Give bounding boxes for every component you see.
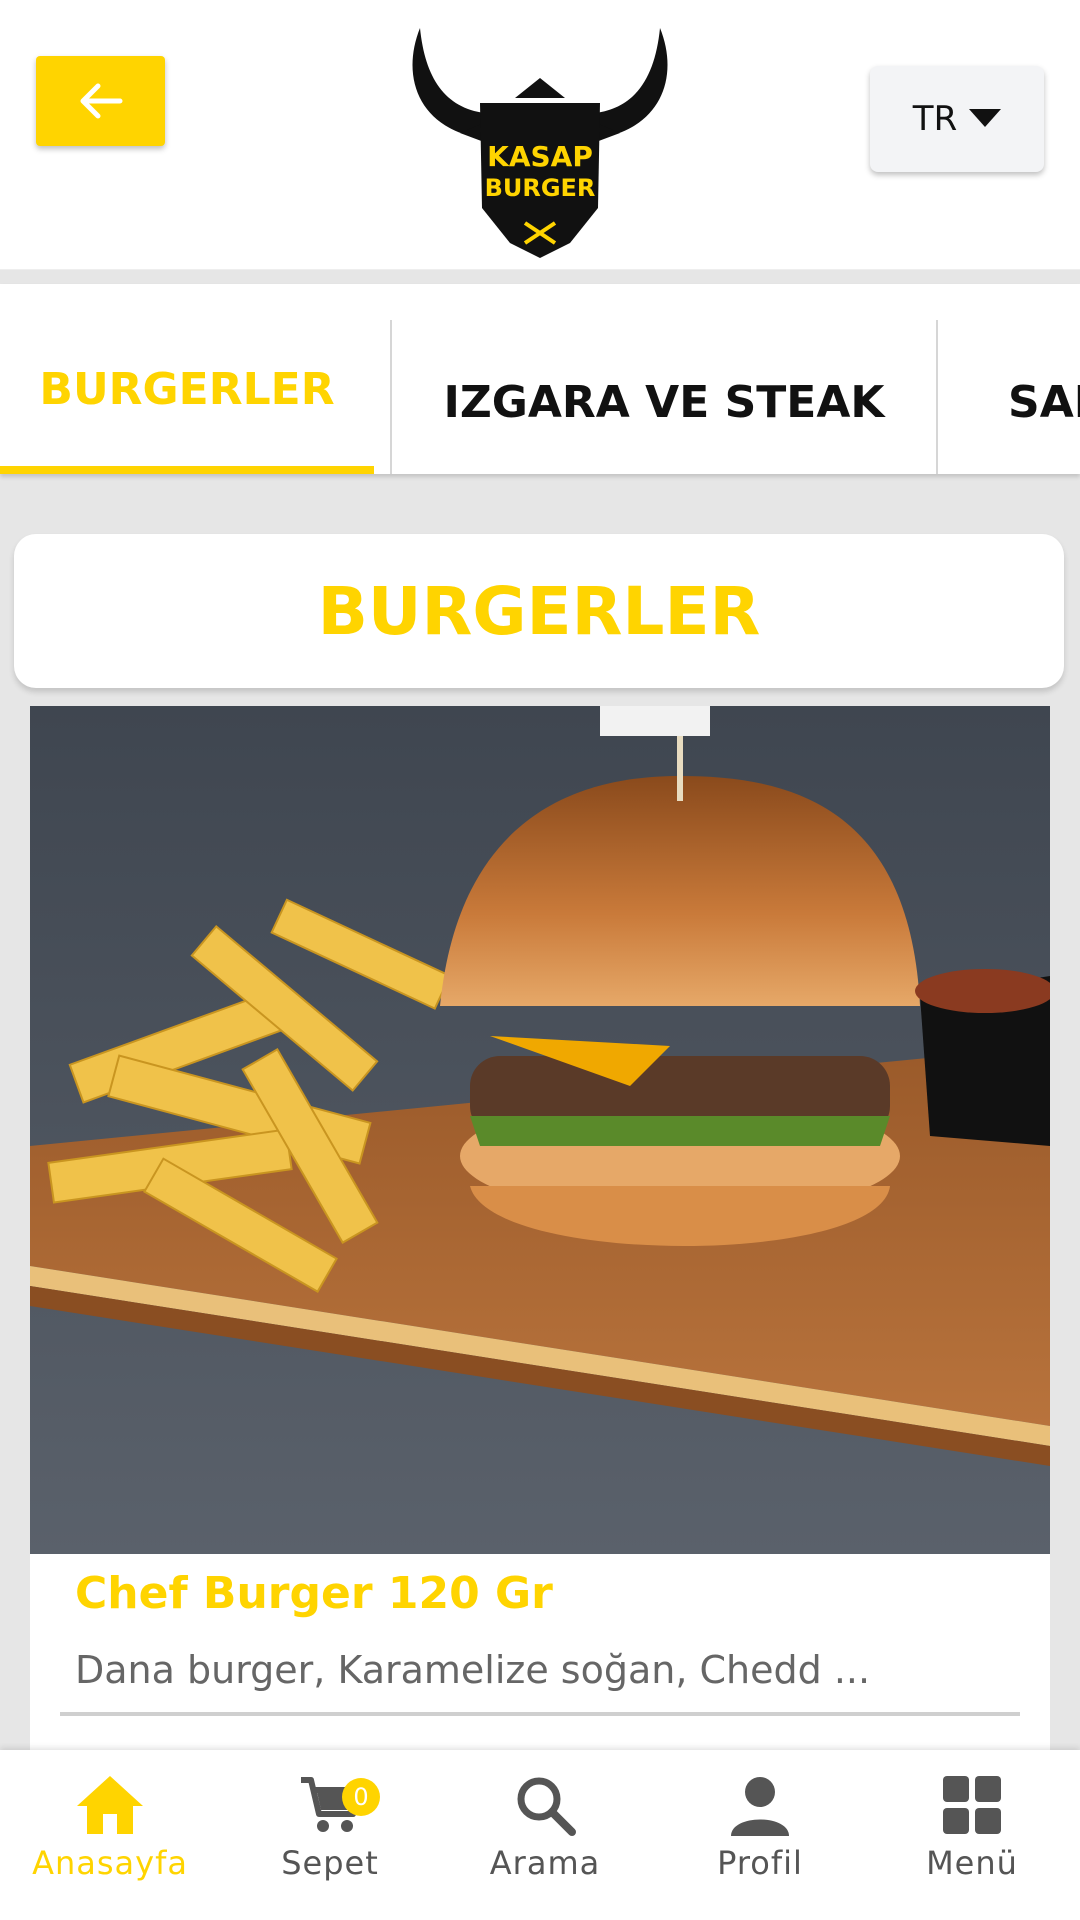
product-image xyxy=(30,706,1050,1554)
language-selector[interactable]: TR xyxy=(870,66,1044,172)
nav-label: Arama xyxy=(489,1844,601,1882)
back-button[interactable] xyxy=(36,56,165,146)
product-card[interactable]: Chef Burger 120 Gr Dana burger, Karameli… xyxy=(30,706,1050,1756)
search-icon xyxy=(517,1777,576,1836)
svg-text:BURGER: BURGER xyxy=(485,174,596,202)
home-icon xyxy=(77,1776,143,1834)
tab-salatalar[interactable]: SAL xyxy=(1008,324,1080,474)
nav-arama[interactable]: Arama xyxy=(445,1750,645,1920)
nav-label: Profil xyxy=(717,1844,803,1882)
user-icon xyxy=(731,1777,789,1836)
arrow-left-icon xyxy=(80,83,122,119)
card-divider xyxy=(60,1712,1020,1716)
nav-sepet[interactable]: 0 Sepet xyxy=(230,1750,430,1920)
tab-divider xyxy=(936,320,938,474)
product-description: Dana burger, Karamelize soğan, Chedd ... xyxy=(75,1648,871,1692)
app-header: KASAP BURGER TR xyxy=(0,0,1080,270)
tab-label: SAL xyxy=(1008,376,1080,428)
kasap-burger-logo: KASAP BURGER xyxy=(412,28,668,258)
language-label: TR xyxy=(912,99,958,139)
section-title: BURGERLER xyxy=(14,534,1064,688)
tab-label: IZGARA VE STEAK xyxy=(443,376,885,428)
product-name: Chef Burger 120 Gr xyxy=(75,1568,553,1619)
nav-anasayfa[interactable]: Anasayfa xyxy=(10,1750,210,1920)
nav-label: Anasayfa xyxy=(32,1844,188,1882)
nav-label: Sepet xyxy=(281,1844,379,1882)
svg-text:KASAP: KASAP xyxy=(487,140,593,173)
nav-label: Menü xyxy=(926,1844,1018,1882)
nav-menu[interactable]: Menü xyxy=(872,1750,1072,1920)
tab-burgerler[interactable]: BURGERLER xyxy=(0,324,374,474)
bottom-navigation: Anasayfa 0 Sepet Arama Profil Menü xyxy=(0,1750,1080,1920)
nav-profil[interactable]: Profil xyxy=(660,1750,860,1920)
caret-down-icon xyxy=(969,109,1002,127)
category-tabs: BURGERLER IZGARA VE STEAK SAL xyxy=(0,284,1080,474)
cart-count-badge: 0 xyxy=(342,1778,380,1816)
tab-label: BURGERLER xyxy=(39,363,335,415)
grid-icon xyxy=(943,1776,1001,1834)
active-tab-indicator xyxy=(0,466,374,474)
tab-izgara-ve-steak[interactable]: IZGARA VE STEAK xyxy=(392,324,936,474)
